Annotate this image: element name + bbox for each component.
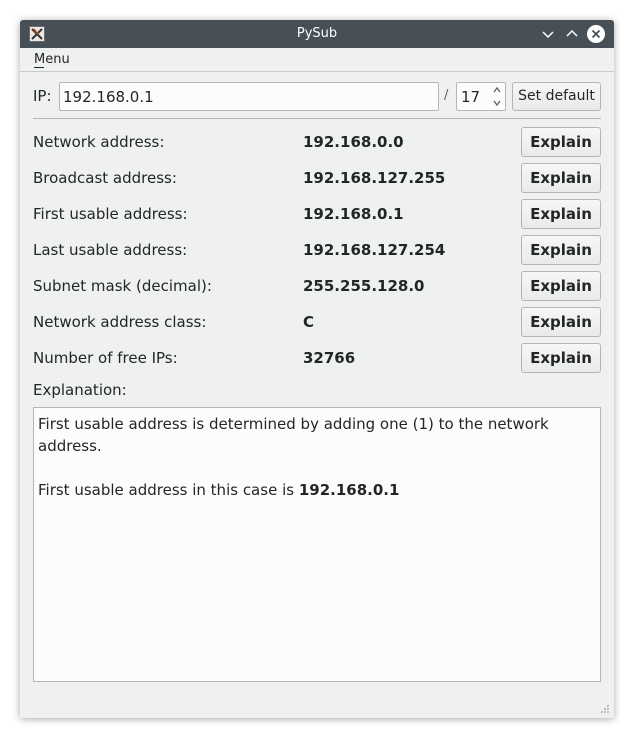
prefix-value: 17 xyxy=(461,88,481,106)
first-usable-address-label: First usable address: xyxy=(33,205,188,223)
menu-label: Menu xyxy=(34,52,70,67)
first-usable-address-value: 192.168.0.1 xyxy=(303,205,404,223)
close-button[interactable] xyxy=(586,24,606,44)
prefix-spinbox[interactable]: 17 xyxy=(456,82,506,111)
explain-broadcast-address-button[interactable]: Explain xyxy=(521,163,601,193)
network-class-value: C xyxy=(303,313,315,331)
minimize-button[interactable] xyxy=(538,24,558,44)
network-address-label: Network address: xyxy=(33,133,165,151)
spin-up-button[interactable] xyxy=(490,84,504,96)
chevron-down-icon xyxy=(542,31,554,39)
menu-menu[interactable]: Menu xyxy=(34,51,70,69)
free-ips-label: Number of free IPs: xyxy=(33,349,178,367)
last-usable-address-value: 192.168.127.254 xyxy=(303,241,446,259)
chevron-up-icon xyxy=(566,29,578,37)
menu-bar: Menu xyxy=(20,48,614,72)
mnemonic-underline xyxy=(34,67,44,68)
explanation-paragraph: First usable address is determined by ad… xyxy=(38,415,549,455)
title-bar[interactable]: PySub xyxy=(20,20,614,48)
explain-network-class-button[interactable]: Explain xyxy=(521,307,601,337)
explain-first-usable-address-button[interactable]: Explain xyxy=(521,199,601,229)
network-class-label: Network address class: xyxy=(33,313,207,331)
separator-line xyxy=(33,118,601,119)
broadcast-address-value: 192.168.127.255 xyxy=(303,169,446,187)
network-address-value: 192.168.0.0 xyxy=(303,133,404,151)
set-default-button[interactable]: Set default xyxy=(512,82,601,111)
explain-free-ips-button[interactable]: Explain xyxy=(521,343,601,373)
resize-grip-icon xyxy=(601,705,609,713)
ip-label: IP: xyxy=(33,87,52,105)
maximize-button[interactable] xyxy=(562,24,582,44)
broadcast-address-label: Broadcast address: xyxy=(33,169,177,187)
explanation-result-paragraph: First usable address in this case is 192… xyxy=(38,479,596,501)
window-title: PySub xyxy=(296,26,338,41)
last-usable-address-label: Last usable address: xyxy=(33,241,188,259)
explain-last-usable-address-button[interactable]: Explain xyxy=(521,235,601,265)
app-window: PySub Menu IP: / 17 xyxy=(20,20,614,718)
explain-subnet-mask-button[interactable]: Explain xyxy=(521,271,601,301)
explanation-result-value: 192.168.0.1 xyxy=(298,481,400,499)
free-ips-value: 32766 xyxy=(303,349,356,367)
explanation-label: Explanation: xyxy=(33,381,127,399)
arrow-up-icon xyxy=(493,86,501,93)
subnet-mask-value: 255.255.128.0 xyxy=(303,277,425,295)
resize-grip[interactable] xyxy=(598,702,610,714)
arrow-down-icon xyxy=(493,100,501,107)
spin-down-button[interactable] xyxy=(490,97,504,109)
close-icon xyxy=(587,25,605,43)
explanation-result-prefix: First usable address in this case is xyxy=(38,481,299,499)
subnet-mask-label: Subnet mask (decimal): xyxy=(33,277,212,295)
ip-input[interactable] xyxy=(59,82,439,111)
prefix-separator: / xyxy=(444,88,449,103)
explanation-text-area[interactable]: First usable address is determined by ad… xyxy=(33,407,601,682)
explain-network-address-button[interactable]: Explain xyxy=(521,127,601,157)
